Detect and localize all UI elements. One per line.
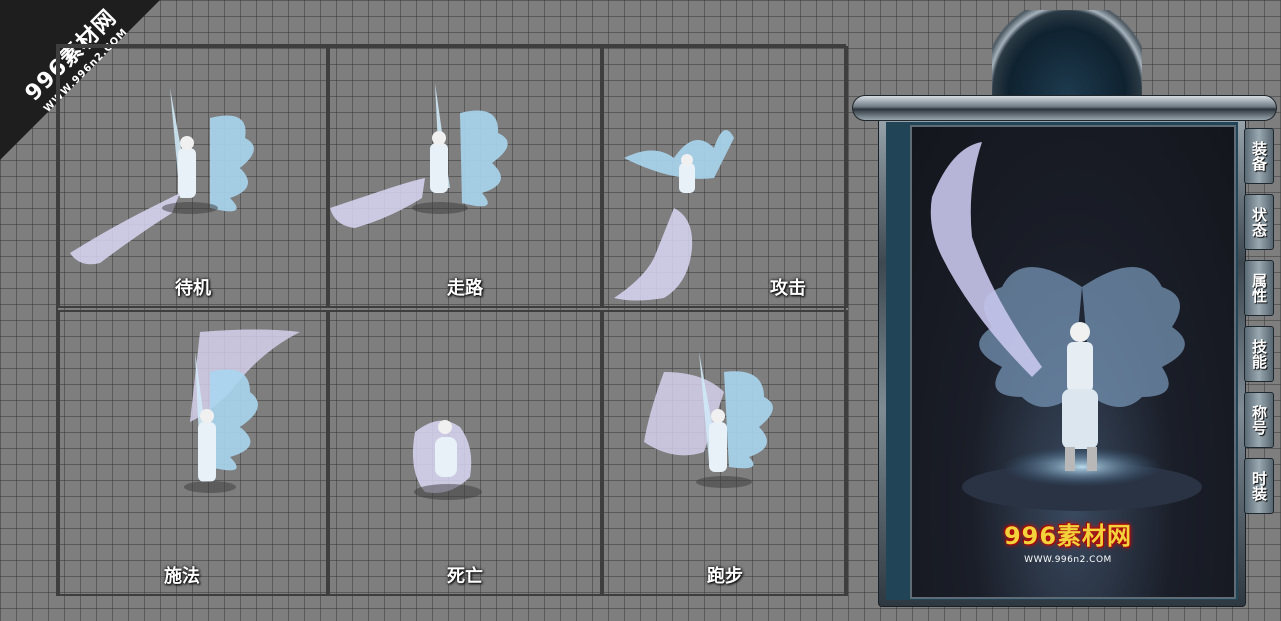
- animation-label-walk: 走路: [447, 278, 483, 299]
- animation-label-run: 跑步: [707, 566, 743, 587]
- tab-skills[interactable]: 技能: [1244, 326, 1274, 382]
- animation-cell-walk[interactable]: 走路: [328, 46, 602, 308]
- character-idle-sprite: [70, 88, 254, 265]
- character-cast-sprite: [184, 329, 300, 493]
- animation-cell-run[interactable]: 跑步: [602, 310, 848, 596]
- panel-tabs: 装备 状态 属性 技能 称号 时装: [1244, 128, 1276, 524]
- tab-titles[interactable]: 称号: [1244, 392, 1274, 448]
- tab-attributes[interactable]: 属性: [1244, 260, 1274, 316]
- tab-attributes-label: 属性: [1250, 273, 1268, 303]
- animation-label-cast: 施法: [164, 566, 200, 587]
- tab-equipment[interactable]: 装备: [1244, 128, 1274, 184]
- tab-equipment-label: 装备: [1250, 141, 1268, 171]
- animation-cell-death[interactable]: 死亡: [328, 310, 602, 596]
- character-death-sprite: [412, 420, 482, 500]
- animation-label-idle: 待机: [175, 278, 211, 299]
- animation-cell-attack[interactable]: 攻击: [602, 46, 848, 308]
- tab-skills-label: 技能: [1250, 339, 1268, 369]
- logo-main-text: 996素材网: [1003, 522, 1133, 550]
- character-run-sprite: [644, 352, 773, 488]
- character-panel: 996素材网 WWW.996n2.COM 装备 状态 属性 技能 称号 时装: [852, 10, 1277, 608]
- panel-top-bar: [852, 95, 1277, 121]
- animation-label-death: 死亡: [447, 566, 483, 587]
- character-walk-sprite: [330, 83, 508, 228]
- tab-status[interactable]: 状态: [1244, 194, 1274, 250]
- animation-cell-cast[interactable]: 施法: [58, 310, 328, 596]
- animation-grid: 待机 走路 攻击 施法 死亡 跑步: [56, 44, 848, 596]
- tab-titles-label: 称号: [1250, 405, 1268, 435]
- logo-sub-text: WWW.996n2.COM: [1024, 555, 1112, 565]
- tab-fashion[interactable]: 时装: [1244, 458, 1274, 514]
- character-attack-sprite: [614, 130, 734, 301]
- tab-fashion-label: 时装: [1250, 471, 1268, 501]
- animation-label-attack: 攻击: [770, 278, 806, 299]
- animation-cell-idle[interactable]: 待机: [58, 46, 328, 308]
- panel-logo: 996素材网 WWW.996n2.COM: [968, 516, 1168, 576]
- tab-status-label: 状态: [1250, 207, 1268, 237]
